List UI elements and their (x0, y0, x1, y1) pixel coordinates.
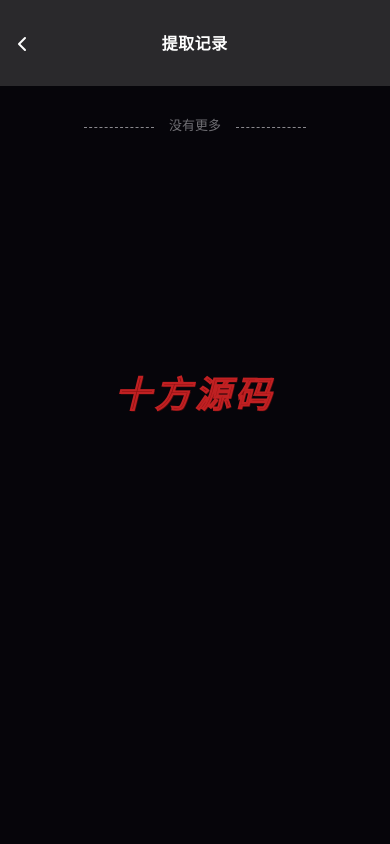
nav-header: 提取记录 (0, 0, 390, 86)
page-title: 提取记录 (161, 34, 228, 53)
divider-left (83, 126, 154, 128)
divider-right (236, 126, 306, 128)
watermark-text: 十方源码 (114, 375, 275, 417)
no-more-text: 没有更多 (168, 119, 221, 134)
withdrawal-records-screen: 提取记录 没有更多 十方源码 (0, 0, 390, 844)
list-end-indicator: 没有更多 (0, 118, 390, 136)
